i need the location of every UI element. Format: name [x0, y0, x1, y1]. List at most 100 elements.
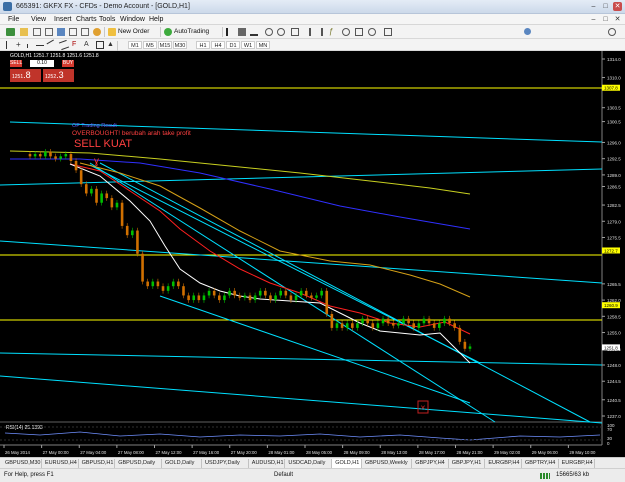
price-tick-label: 1303.5	[607, 106, 621, 111]
menu-tools[interactable]: Tools	[99, 16, 115, 23]
menu-insert[interactable]: Insert	[54, 16, 72, 23]
market-watch-icon[interactable]	[33, 28, 41, 36]
channel-icon[interactable]	[58, 39, 70, 51]
text-label-icon[interactable]	[96, 41, 104, 49]
periods-icon[interactable]	[342, 28, 350, 36]
price-highlight-label: 1307.8	[604, 86, 618, 91]
candle-body	[202, 295, 206, 301]
chart-tab[interactable]: GBPUSD,Weekly	[362, 459, 413, 468]
text-icon[interactable]: A	[84, 41, 92, 49]
menu-window[interactable]: Window	[120, 16, 145, 23]
time-tick-label: 28 May 17:00	[419, 450, 446, 455]
price-tick-label: 1289.0	[607, 173, 621, 178]
chart-tab[interactable]: GBPUSD,M30	[2, 459, 42, 468]
chart-tab[interactable]: AUDUSD,H1	[249, 459, 286, 468]
timeframe-h4[interactable]: H4	[211, 41, 225, 49]
chart-tab[interactable]: GOLD,H1	[332, 459, 362, 468]
sell-price-button[interactable]: 1251.8	[10, 69, 41, 82]
timeframe-d1[interactable]: D1	[226, 41, 240, 49]
rsi-axis: 10070300	[607, 423, 615, 446]
menu-help[interactable]: Help	[149, 16, 163, 23]
menu-view[interactable]: View	[31, 16, 46, 23]
chart-close-button[interactable]: ✕	[613, 15, 622, 24]
vertical-line-icon[interactable]	[27, 44, 28, 48]
autoscroll-icon[interactable]	[303, 28, 311, 36]
chart-shift-icon[interactable]	[315, 28, 323, 36]
drawing-toolbar: + F A ▲ M1 M5 M15 M30 H1 H4 D1 W1 MN	[0, 39, 625, 51]
candle-body	[223, 295, 226, 301]
timeframe-m5[interactable]: M5	[143, 41, 157, 49]
chart-tab[interactable]: GBPJPY,H1	[449, 459, 486, 468]
price-tick-label: 1310.0	[607, 76, 621, 81]
chart-tab[interactable]: GOLD,Daily	[162, 459, 202, 468]
candle-body	[299, 290, 303, 296]
templates-icon[interactable]	[355, 28, 363, 36]
chart-tab[interactable]: GBPUSD,Daily	[115, 459, 162, 468]
chart-tab[interactable]: USDCAD,Daily	[285, 459, 333, 468]
crosshair-icon[interactable]: +	[16, 41, 24, 49]
candle-body	[218, 295, 221, 301]
new-chart-icon[interactable]	[6, 28, 15, 36]
line-chart-icon[interactable]	[250, 28, 258, 36]
trendline-lower-2	[0, 375, 603, 424]
fibonacci-icon[interactable]: F	[72, 41, 80, 49]
minimize-button[interactable]: –	[589, 2, 598, 11]
template-menu-icon[interactable]	[384, 28, 392, 36]
annotation-warning: OVERBOUGHT! berubah arah take profit	[72, 130, 191, 137]
tile-windows-icon[interactable]	[291, 28, 299, 36]
volume-input[interactable]: 0.10	[30, 60, 54, 67]
candlestick-icon[interactable]	[238, 28, 246, 36]
arrows-icon[interactable]: ▲	[107, 41, 115, 49]
maximize-button[interactable]: □	[601, 2, 610, 11]
timeframe-w1[interactable]: W1	[241, 41, 255, 49]
data-window-icon[interactable]	[45, 28, 53, 36]
indicators-icon[interactable]: ƒ	[329, 28, 337, 36]
bar-chart-icon[interactable]	[226, 28, 234, 36]
zoom-in-icon[interactable]	[265, 28, 273, 36]
metaeditor-icon[interactable]	[93, 28, 101, 36]
navigator-icon[interactable]	[57, 28, 65, 36]
menu-file[interactable]: File	[8, 16, 19, 23]
horizontal-line-icon[interactable]	[36, 45, 44, 46]
trendline-icon[interactable]	[46, 39, 58, 51]
close-button[interactable]: ✕	[613, 2, 622, 11]
timeframe-m15[interactable]: M15	[158, 41, 172, 49]
chart-tab[interactable]: EURGBP,H4	[559, 459, 596, 468]
price-tick-label: 1265.5	[607, 282, 621, 287]
chart-tab[interactable]: GBPJPY,H4	[412, 459, 449, 468]
chart-tab[interactable]: GBPTRY,H4	[522, 459, 559, 468]
search-icon[interactable]	[608, 28, 616, 36]
sell-button[interactable]: SELL	[10, 60, 22, 67]
buy-price-button[interactable]: 1252.3	[43, 69, 74, 82]
timeframe-mn[interactable]: MN	[256, 41, 270, 49]
time-tick-label: 27 May 04:00	[80, 450, 107, 455]
chart-tab[interactable]: USDJPY,Daily	[202, 459, 249, 468]
cursor-icon[interactable]	[6, 41, 13, 49]
timeframe-m1[interactable]: M1	[128, 41, 142, 49]
connection-icon	[540, 473, 550, 479]
strategy-tester-icon[interactable]	[81, 28, 89, 36]
rsi-label: RSI(14) 25.1393	[6, 425, 43, 431]
chart-tab[interactable]: EURGBP,H4	[485, 459, 522, 468]
autotrading-button[interactable]: AutoTrading	[174, 28, 209, 35]
menu-charts[interactable]: Charts	[76, 16, 97, 23]
candle-body	[402, 318, 405, 324]
chart-tab[interactable]: EURUSD,H4	[42, 459, 79, 468]
terminal-icon[interactable]	[69, 28, 77, 36]
zoom-out-icon[interactable]	[277, 28, 285, 36]
candle-body	[438, 323, 441, 328]
timeframe-m30[interactable]: M30	[173, 41, 187, 49]
time-tick-label: 26 May 2014	[5, 450, 30, 455]
timeframe-h1[interactable]: H1	[196, 41, 210, 49]
profiles-icon[interactable]	[20, 28, 28, 36]
new-order-button[interactable]: New Order	[118, 28, 149, 35]
chart-minimize-button[interactable]: –	[589, 15, 598, 24]
price-chart[interactable]: OP Trading Result OVERBOUGHT! berubah ar…	[0, 51, 625, 457]
chart-restore-button[interactable]: □	[601, 15, 610, 24]
clock-icon[interactable]	[368, 28, 376, 36]
candle-body	[69, 154, 73, 161]
community-icon[interactable]	[524, 28, 531, 35]
candle-body	[448, 318, 451, 324]
chart-tab[interactable]: GBPUSD,H1	[79, 459, 116, 468]
buy-button[interactable]: BUY	[62, 60, 74, 67]
